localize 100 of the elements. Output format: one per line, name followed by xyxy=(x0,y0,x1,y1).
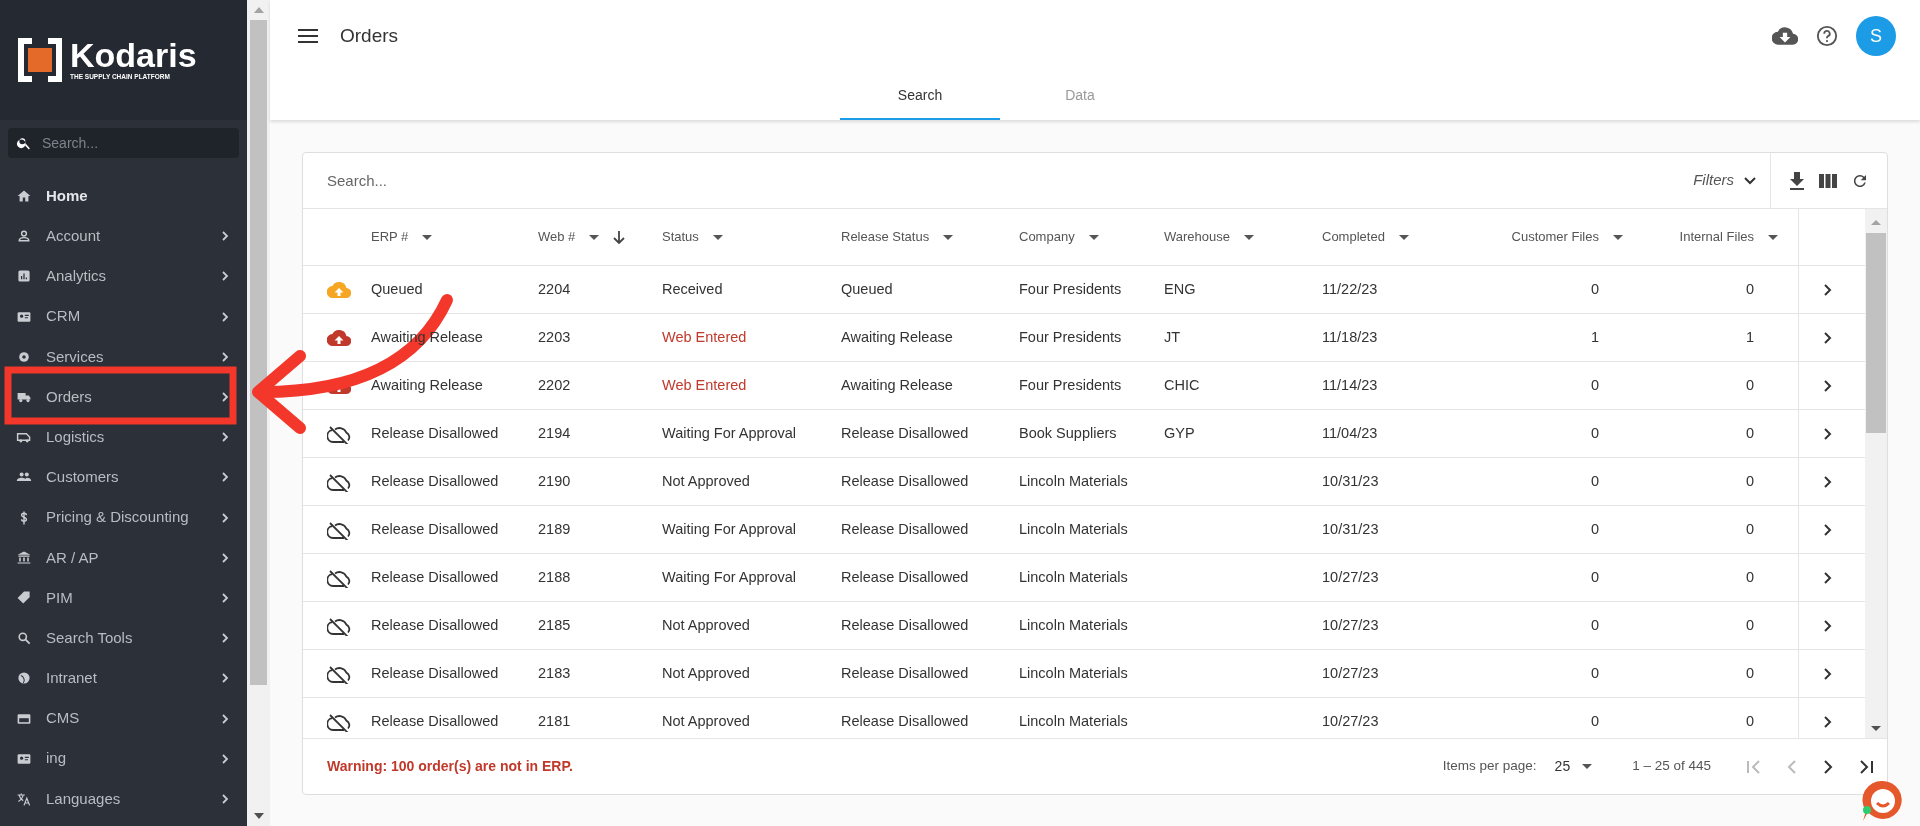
warning-message: Warning: 100 order(s) are not in ERP. xyxy=(327,757,573,776)
chevron-right-icon[interactable] xyxy=(1823,378,1832,393)
tab[interactable]: Search xyxy=(840,72,1000,120)
sort-caret-icon[interactable] xyxy=(1768,234,1778,240)
sort-caret-icon[interactable] xyxy=(1613,234,1623,240)
cloud-upload-icon xyxy=(327,327,351,348)
table-cell-text: Release Disallowed xyxy=(841,663,969,683)
scrollbar-thumb[interactable] xyxy=(1866,233,1886,433)
table-cell-text: 0 xyxy=(1745,279,1754,299)
table-cell-text: 2204 xyxy=(538,279,571,299)
table-cell-text: Lincoln Materials xyxy=(1019,471,1128,491)
table-scrollbar[interactable] xyxy=(1865,209,1887,738)
sort-caret-icon[interactable] xyxy=(1088,234,1099,240)
table-row[interactable]: Release Disallowed 2183 Not Approved Release Disallowed Lincoln Materials 10/27/23 0 0 xyxy=(303,650,1865,698)
sidebar-item[interactable]: Logistics xyxy=(0,417,247,458)
sidebar-item[interactable]: Account xyxy=(0,216,247,257)
column-header[interactable]: Web # xyxy=(538,227,626,247)
tag-icon xyxy=(16,589,32,606)
sidebar-item[interactable]: Orders xyxy=(0,376,247,418)
chevron-right-icon[interactable] xyxy=(1823,330,1832,345)
columns-icon[interactable] xyxy=(1819,173,1837,188)
column-header[interactable]: Internal Files xyxy=(1679,227,1778,247)
person-icon xyxy=(16,228,32,245)
help-icon[interactable] xyxy=(1816,25,1838,47)
chevron-right-icon[interactable] xyxy=(1823,666,1832,681)
sidebar-item[interactable]: Intranet xyxy=(0,658,247,699)
sidebar-item[interactable]: CRM xyxy=(0,296,247,337)
bank-icon xyxy=(16,549,32,566)
sort-caret-icon[interactable] xyxy=(1244,234,1254,240)
table-search-field[interactable]: Search... xyxy=(303,153,1694,208)
sidebar-item[interactable]: Search Tools xyxy=(0,618,247,659)
table-row[interactable]: Release Disallowed 2188 Waiting For Approval Release Disallowed Lincoln Materials 10/27/23 0 0 xyxy=(303,554,1865,602)
table-row[interactable]: Release Disallowed 2185 Not Approved Release Disallowed Lincoln Materials 10/27/23 0 0 xyxy=(303,602,1865,650)
table-row[interactable]: Release Disallowed 2190 Not Approved Release Disallowed Lincoln Materials 10/31/23 0 0 xyxy=(303,458,1865,506)
column-header[interactable]: Company xyxy=(1019,227,1099,247)
column-header[interactable]: ERP # xyxy=(371,227,433,247)
table-row[interactable]: Release Disallowed 2194 Waiting For Approval Release Disallowed Book Suppliers GYP 11/04/23 0 0 xyxy=(303,410,1865,458)
chevron-right-icon[interactable] xyxy=(1823,282,1832,297)
table-cell-text: 2194 xyxy=(538,423,571,443)
table-cell-text: 0 xyxy=(1590,375,1599,395)
table-row[interactable]: Release Disallowed 2189 Waiting For Approval Release Disallowed Lincoln Materials 10/31/23 0 0 xyxy=(303,506,1865,554)
chevron-right-icon[interactable] xyxy=(1823,522,1832,537)
sidebar-item[interactable]: Home xyxy=(0,176,247,217)
sidebar-item[interactable]: CMS xyxy=(0,698,247,739)
filters-dropdown[interactable]: Filters xyxy=(1693,169,1770,192)
column-header[interactable]: Completed xyxy=(1322,227,1409,247)
download-icon[interactable] xyxy=(1789,171,1805,190)
table-cell-text: 0 xyxy=(1590,519,1599,539)
table-cell-text: Awaiting Release xyxy=(841,375,953,395)
sidebar-item[interactable]: AR / AP xyxy=(0,537,247,578)
table-cell-text: Release Disallowed xyxy=(371,423,499,443)
chevron-right-icon[interactable] xyxy=(1823,426,1832,441)
sort-caret-icon[interactable] xyxy=(422,234,433,240)
cloud-off-icon xyxy=(327,615,351,636)
menu-icon[interactable] xyxy=(298,29,318,43)
table-cell-text: Release Disallowed xyxy=(371,615,499,635)
column-header[interactable]: Customer Files xyxy=(1511,227,1623,247)
sort-caret-icon[interactable] xyxy=(1398,234,1409,240)
sidebar-item[interactable]: Pricing & Discounting xyxy=(0,497,247,538)
sort-caret-icon[interactable] xyxy=(589,234,600,240)
sidebar-item[interactable]: Languages xyxy=(0,778,247,819)
table-cell-text: 2202 xyxy=(538,375,571,395)
table-cell-text: 0 xyxy=(1590,663,1599,683)
sidebar-item[interactable]: Services xyxy=(0,336,247,377)
scroll-down-icon[interactable] xyxy=(1871,725,1881,732)
last-page-icon[interactable] xyxy=(1859,759,1873,774)
scroll-down-icon[interactable] xyxy=(253,812,264,820)
sidebar-item[interactable]: Analytics xyxy=(0,256,247,297)
sidebar-item[interactable]: Customers xyxy=(0,457,247,498)
next-page-icon[interactable] xyxy=(1823,759,1833,774)
page-size-select[interactable]: 25 xyxy=(1554,756,1593,777)
column-header[interactable]: Warehouse xyxy=(1164,227,1254,247)
sort-down-arrow-icon[interactable] xyxy=(613,230,626,244)
table-row[interactable]: Queued 2204 Received Queued Four Presidents ENG 11/22/23 0 0 xyxy=(303,266,1865,314)
sidebar-item[interactable]: ing xyxy=(0,738,247,779)
table-cell-text: Waiting For Approval xyxy=(662,519,797,539)
cloud-download-icon[interactable] xyxy=(1772,26,1798,46)
sidebar-search-field[interactable]: Search... xyxy=(8,128,239,158)
cloud-off-icon xyxy=(327,471,351,492)
table-cell-text: Not Approved xyxy=(662,663,750,683)
column-header[interactable]: Release Status xyxy=(841,227,954,247)
sort-caret-icon[interactable] xyxy=(712,234,723,240)
scrollbar-thumb[interactable] xyxy=(250,20,267,685)
chevron-right-icon[interactable] xyxy=(1823,714,1832,729)
chevron-right-icon[interactable] xyxy=(1823,570,1832,585)
table-cell-text: 11/22/23 xyxy=(1322,279,1378,299)
table-cell-text: 0 xyxy=(1745,375,1754,395)
scrollbar[interactable] xyxy=(247,0,270,826)
chevron-right-icon[interactable] xyxy=(1823,618,1832,633)
table-cell-text: Lincoln Materials xyxy=(1019,711,1128,731)
logo-icon xyxy=(18,38,62,82)
table-cell-text: 0 xyxy=(1590,567,1599,587)
sidebar-item[interactable]: PIM xyxy=(0,577,247,619)
table-cell-text: Awaiting Release xyxy=(371,375,483,395)
column-header[interactable]: Status xyxy=(662,227,723,247)
table-cell-text: 2181 xyxy=(538,711,571,731)
chevron-right-icon[interactable] xyxy=(1823,474,1832,489)
cloud-off-icon xyxy=(327,423,351,444)
items-per-page-label: Items per page: xyxy=(1442,757,1537,776)
sort-caret-icon[interactable] xyxy=(943,234,954,240)
